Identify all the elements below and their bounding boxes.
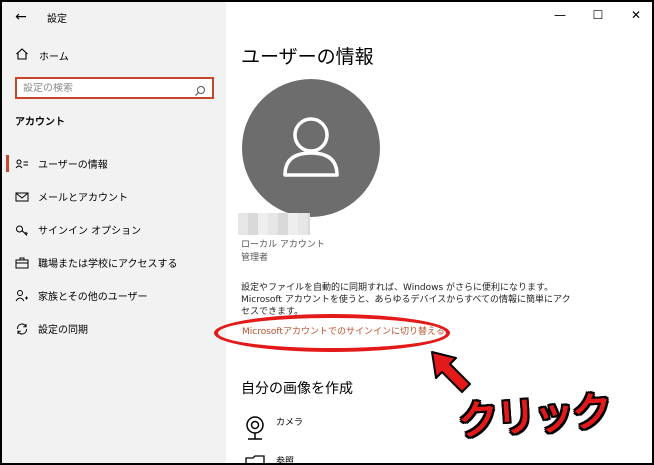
account-type: ローカル アカウント [241,240,325,250]
user-silhouette-icon [283,117,339,177]
search-input[interactable] [23,82,193,94]
sidebar-item-family-other-users[interactable]: 家族とその他のユーザー [2,279,226,312]
webcam-icon [244,415,266,444]
sync-description: 設定やファイルを自動的に同期すれば、Windows がさらに便利になります。Mi… [241,283,571,317]
key-icon [15,223,29,237]
person-add-icon [15,289,29,303]
account-role: 管理者 [241,253,269,263]
browse-option[interactable]: 参照 [244,454,295,465]
sync-icon [15,322,29,336]
search-icon[interactable] [194,82,206,96]
window-controls: — ☐ ✕ [552,8,644,22]
ms-account-signin-link[interactable]: Microsoftアカウントでのサインインに切り替える [242,324,445,337]
close-button[interactable]: ✕ [628,8,644,22]
minimize-button[interactable]: — [552,8,568,22]
sidebar-item-label: 職場または学校にアクセスする [38,259,178,270]
sidebar-item-sign-in-options[interactable]: サインイン オプション [2,213,226,246]
sidebar-item-sync-settings[interactable]: 設定の同期 [2,312,226,345]
sidebar-item-your-info[interactable]: ユーザーの情報 [2,147,226,180]
window-title: 設定 [47,14,67,25]
browse-label: 参照 [276,457,295,465]
sidebar-item-label: ユーザーの情報 [38,160,108,171]
create-picture-heading: 自分の画像を作成 [241,381,353,397]
sidebar-item-access-work-school[interactable]: 職場または学校にアクセスする [2,246,226,279]
sidebar-item-label: 設定の同期 [38,325,88,336]
click-annotation: クリック [456,388,612,446]
section-label-accounts: アカウント [15,117,65,128]
back-arrow-icon: ← [15,9,27,25]
search-box[interactable] [15,77,214,99]
page-title: ユーザーの情報 [241,46,374,68]
back-button[interactable]: ← [12,8,30,26]
sidebar-item-label: メールとアカウント [38,193,128,204]
sidebar-item-label: 家族とその他のユーザー [38,292,148,303]
briefcase-icon [15,256,29,270]
sidebar-item-home[interactable]: ホーム [15,46,69,64]
maximize-button[interactable]: ☐ [590,8,606,22]
sidebar: ← 設定 ホーム アカウント ユーザーの情報 [2,2,226,463]
user-name-redacted [238,213,310,235]
sidebar-nav: ユーザーの情報 メールとアカウント サインイン オプション 職場または学校にアク… [2,147,226,345]
camera-label: カメラ [276,418,304,428]
sidebar-item-label: サインイン オプション [38,226,142,237]
avatar [242,79,380,217]
sidebar-item-email-accounts[interactable]: メールとアカウント [2,180,226,213]
settings-window: ← 設定 ホーム アカウント ユーザーの情報 [0,0,654,465]
home-label: ホーム [39,51,69,63]
camera-option[interactable]: カメラ [244,415,303,444]
user-card-icon [15,157,29,171]
mail-icon [15,190,29,204]
home-icon [15,47,29,64]
folder-icon [244,454,266,463]
